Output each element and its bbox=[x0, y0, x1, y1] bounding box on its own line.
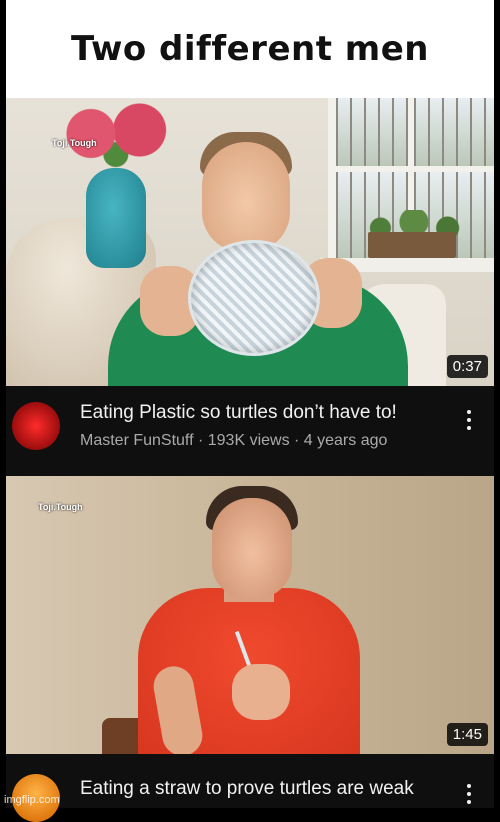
video-meta-1: Eating Plastic so turtles don’t have to!… bbox=[6, 386, 494, 476]
plastic-plate bbox=[188, 240, 320, 356]
more-options-icon[interactable] bbox=[466, 410, 472, 430]
video-title[interactable]: Eating a straw to prove turtles are weak bbox=[80, 778, 414, 800]
watermark: Toji.Tough bbox=[38, 502, 83, 512]
meme-title-bar: Two different men bbox=[6, 0, 494, 98]
imgflip-watermark: imgflip.com bbox=[4, 794, 60, 806]
duration-badge: 0:37 bbox=[446, 355, 488, 378]
video-meta-2: Eating a straw to prove turtles are weak bbox=[6, 754, 494, 822]
video-title[interactable]: Eating Plastic so turtles don’t have to! bbox=[80, 402, 397, 424]
more-options-icon[interactable] bbox=[466, 784, 472, 804]
man-hand bbox=[232, 664, 290, 720]
video-thumbnail-2[interactable]: Toji.Tough 1:45 bbox=[6, 476, 494, 754]
duration-badge: 1:45 bbox=[446, 723, 488, 746]
watermark: Toji.Tough bbox=[52, 138, 97, 148]
video-subline: Master FunStuff · 193K views · 4 years a… bbox=[80, 432, 388, 449]
planter bbox=[368, 232, 456, 258]
video-thumbnail-1[interactable]: Toji.Tough 0:37 bbox=[6, 98, 494, 386]
flowers bbox=[64, 102, 172, 172]
meme-title: Two different men bbox=[70, 29, 429, 69]
man-face bbox=[212, 498, 292, 598]
channel-avatar[interactable] bbox=[12, 402, 60, 450]
vase bbox=[86, 168, 146, 268]
boy-face bbox=[202, 142, 290, 252]
